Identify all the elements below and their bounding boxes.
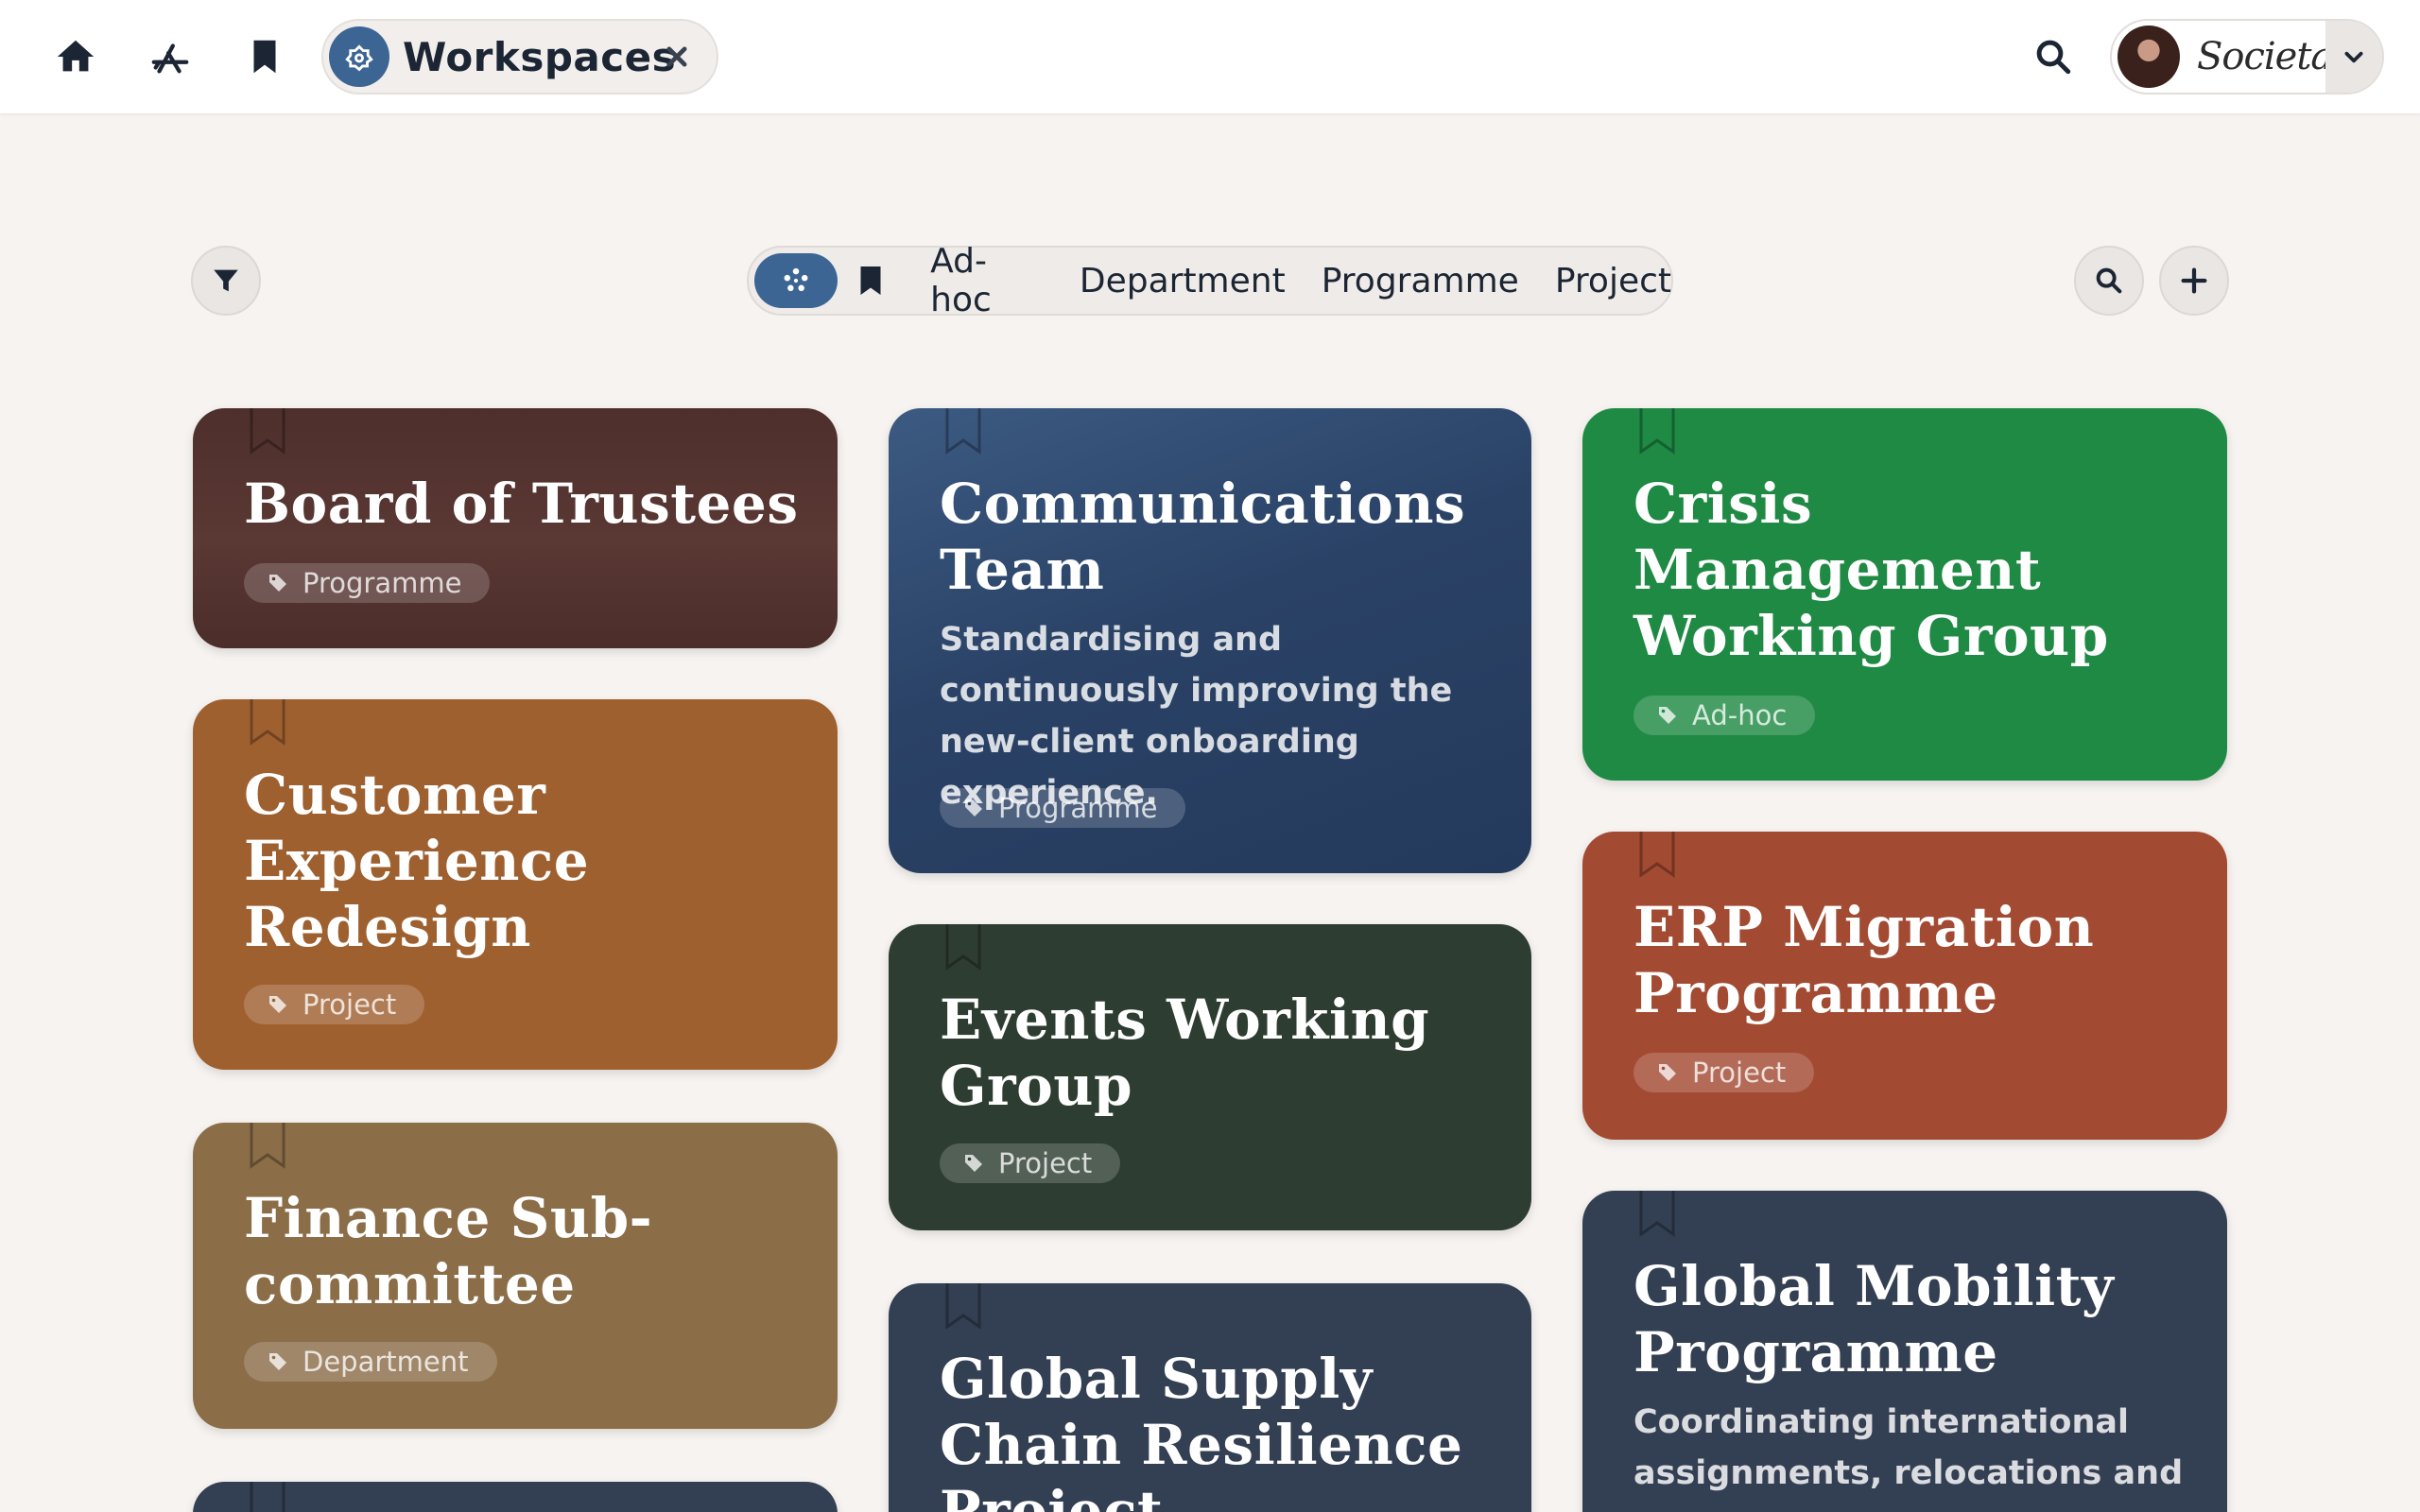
tag-icon xyxy=(269,575,286,592)
workspace-card-title: ERP Migration Programme xyxy=(1634,895,2095,1025)
bookmark-icon[interactable] xyxy=(236,28,293,85)
workspace-type-label: Programme xyxy=(302,567,462,599)
top-navigation-bar: Workspaces Societas xyxy=(0,0,2420,113)
workspace-card[interactable]: Crisis Management Working Group Ad-hoc xyxy=(1582,408,2227,781)
workspace-type-label: Programme xyxy=(998,792,1158,824)
bookmark-icon[interactable] xyxy=(248,1123,287,1170)
filter-bookmarked-button[interactable] xyxy=(843,253,898,308)
workspace-type-tag: Programme xyxy=(940,788,1186,828)
workspace-card[interactable]: Finance Sub-committee Department xyxy=(193,1123,838,1429)
workspace-type-label: Ad-hoc xyxy=(1692,699,1788,731)
tag-icon xyxy=(965,799,982,816)
filter-all-button[interactable] xyxy=(754,253,838,308)
app-store-icon[interactable] xyxy=(142,28,199,85)
workspaces-tab-label: Workspaces xyxy=(403,33,677,80)
workspaces-icon xyxy=(329,26,389,87)
bookmark-icon[interactable] xyxy=(248,408,287,455)
bookmark-icon[interactable] xyxy=(943,1283,983,1331)
plus-icon xyxy=(2181,267,2207,294)
workspace-type-tag: Project xyxy=(244,985,425,1024)
workspace-type-tag: Project xyxy=(1634,1053,1815,1092)
tag-icon xyxy=(965,1155,982,1172)
bookmark-icon[interactable] xyxy=(248,699,287,747)
workspace-type-label: Department xyxy=(302,1346,469,1378)
workspace-card-title: Global Supply Chain Resilience Project xyxy=(940,1347,1463,1512)
workspace-card[interactable]: Customer Experience Redesign Project xyxy=(193,699,838,1070)
avatar xyxy=(2118,26,2180,88)
workspaces-tab[interactable]: Workspaces xyxy=(321,19,718,94)
workspace-type-label: Project xyxy=(1692,1057,1787,1089)
workspace-card[interactable]: ERP Migration Programme Project xyxy=(1582,832,2227,1140)
bookmark-icon[interactable] xyxy=(248,1482,287,1512)
filter-project[interactable]: Project xyxy=(1555,262,1671,301)
workspace-type-label: Project xyxy=(998,1147,1093,1179)
workspace-card-description: Coordinating international assignments, … xyxy=(1634,1403,2184,1492)
workspace-card[interactable]: Global Mobility Programme Coordinating i… xyxy=(1582,1191,2227,1512)
add-workspace-button[interactable] xyxy=(2159,246,2229,316)
bookmark-icon[interactable] xyxy=(1637,832,1677,879)
workspace-type-tag: Project xyxy=(940,1143,1121,1183)
filter-icon xyxy=(214,269,238,292)
tag-icon xyxy=(1659,707,1676,724)
search-workspaces-button[interactable] xyxy=(2074,246,2144,316)
home-icon[interactable] xyxy=(47,28,104,85)
workspace-type-filter: Ad-hoc Department Programme Project xyxy=(747,242,1673,319)
bookmark-icon[interactable] xyxy=(943,408,983,455)
tag-icon xyxy=(1659,1064,1676,1081)
workspace-card[interactable] xyxy=(193,1482,838,1512)
filter-department[interactable]: Department xyxy=(1080,262,1286,301)
workspace-type-tag: Programme xyxy=(244,563,491,603)
bookmark-icon[interactable] xyxy=(1637,408,1677,455)
workspace-card-title: Customer Experience Redesign xyxy=(244,763,590,959)
bookmark-icon xyxy=(860,266,881,295)
profile-menu[interactable]: Societas xyxy=(2110,19,2384,94)
workspace-card-title: Communications Team xyxy=(940,472,1466,602)
workspace-card[interactable]: Global Supply Chain Resilience Project xyxy=(889,1283,1531,1512)
filter-ad-hoc[interactable]: Ad-hoc xyxy=(930,242,1044,319)
workspace-card[interactable]: Events Working Group Project xyxy=(889,924,1531,1230)
chevron-down-icon[interactable] xyxy=(2325,21,2382,93)
filter-button[interactable] xyxy=(191,246,261,316)
workspace-type-tag: Ad-hoc xyxy=(1634,696,1816,735)
workspace-card[interactable]: Board of Trustees Programme xyxy=(193,408,838,648)
dots-grid-icon xyxy=(784,267,808,292)
workspace-type-label: Project xyxy=(302,988,397,1021)
workspace-card[interactable]: Communications Team Standardising and co… xyxy=(889,408,1531,873)
workspace-card-title: Finance Sub-committee xyxy=(244,1186,653,1316)
workspace-card-title: Crisis Management Working Group xyxy=(1634,472,2109,668)
workspace-type-tag: Department xyxy=(244,1342,497,1382)
tag-icon xyxy=(269,996,286,1013)
close-icon[interactable] xyxy=(658,38,696,76)
workspace-card-title: Events Working Group xyxy=(940,988,1430,1118)
bookmark-icon[interactable] xyxy=(943,924,983,971)
search-icon[interactable] xyxy=(2023,26,2083,87)
workspace-card-title: Board of Trustees xyxy=(244,472,799,536)
workspace-card-title: Global Mobility Programme xyxy=(1634,1254,2115,1384)
tag-icon xyxy=(269,1353,286,1370)
bookmark-icon[interactable] xyxy=(1637,1191,1677,1238)
search-icon xyxy=(2096,267,2122,294)
filter-programme[interactable]: Programme xyxy=(1322,262,1519,301)
